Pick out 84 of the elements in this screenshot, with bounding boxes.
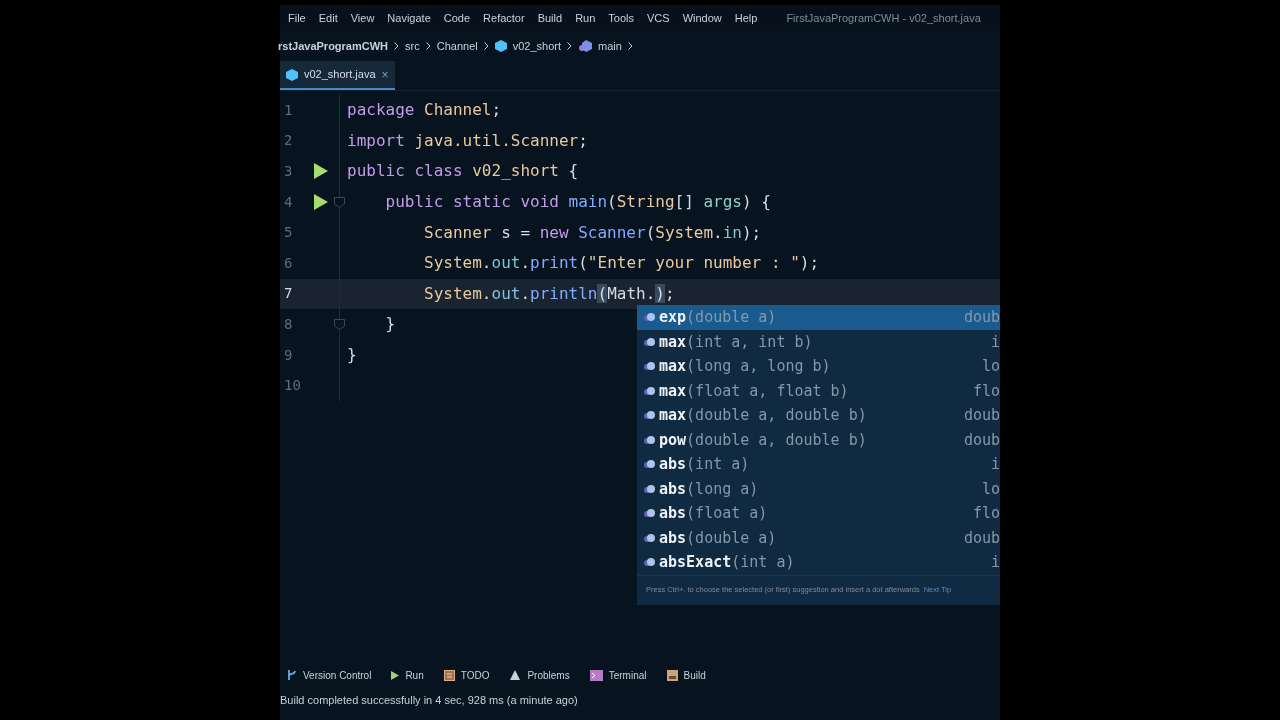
code-line: Scanner s = new Scanner(System.in); [423, 221, 762, 244]
method-icon [643, 557, 655, 568]
suggestion-item[interactable]: max(float a, float b) flo [637, 378, 1000, 403]
line-number: 6 [284, 253, 294, 273]
menu-item[interactable]: Window [682, 9, 722, 27]
method-icon [643, 410, 655, 421]
method-icon [578, 40, 592, 52]
chevron-icon [567, 42, 572, 50]
menu-item[interactable]: Navigate [387, 9, 431, 27]
tool-window-tab[interactable]: Version Control [287, 667, 372, 683]
menu-item[interactable]: VCS [647, 9, 670, 27]
menu-item[interactable]: Refactor [483, 9, 525, 27]
breadcrumb[interactable]: rstJavaProgramCWH [278, 37, 389, 55]
menu-item[interactable]: View [350, 9, 375, 27]
line-number: 8 [284, 314, 294, 334]
close-icon[interactable]: × [381, 65, 389, 84]
tool-window-tab[interactable]: Run [391, 667, 424, 683]
method-icon [643, 336, 655, 347]
code-line: System.out.println(Math.); [423, 282, 675, 305]
suggestion-item[interactable]: absExact(int a) i [637, 550, 1000, 575]
file-tab[interactable]: v02_short.java × [280, 61, 395, 90]
run-icon[interactable] [314, 194, 328, 211]
method-icon [643, 483, 655, 494]
line-number: 7 [284, 284, 294, 304]
suggestion-item[interactable]: abs(float a) flo [637, 501, 1000, 526]
menu-item[interactable]: Edit [318, 9, 338, 27]
suggestion-item[interactable]: max(int a, int b) i [637, 329, 1000, 354]
code-line: public static void main(String[] args) { [384, 191, 771, 214]
method-icon [643, 312, 655, 323]
method-icon [643, 508, 655, 519]
menu-item[interactable]: Code [443, 9, 471, 27]
line-number: 3 [284, 162, 294, 181]
code-line: public class v02_short { [347, 160, 579, 183]
menu-item[interactable]: File [288, 9, 306, 27]
tool-window-tab[interactable]: Terminal [589, 667, 647, 683]
branch-icon [287, 669, 297, 681]
tool-window-tab[interactable]: Build [666, 667, 706, 683]
tool-window-tab[interactable]: TODO [443, 667, 490, 683]
chevron-icon [483, 42, 489, 50]
code-line: System.out.print("Enter your number : "); [423, 252, 820, 275]
line-number: 1 [284, 100, 294, 120]
method-icon [643, 459, 655, 470]
breadcrumb[interactable]: Channel [436, 37, 478, 55]
suggestion-item[interactable]: max(double a, double b) doub [637, 403, 1000, 428]
suggestion-item[interactable]: max(long a, long b) lo [637, 354, 1000, 379]
menu-item[interactable]: Tools [608, 9, 634, 27]
suggestion-item[interactable]: abs(int a) i [637, 452, 1000, 477]
run-icon[interactable] [314, 163, 328, 180]
method-icon [643, 361, 655, 372]
class-icon [286, 68, 298, 81]
chevron-icon [425, 42, 431, 50]
method-icon [643, 434, 655, 445]
window-title: FirstJavaProgramCWH - v02_short.java [786, 10, 981, 26]
play-icon [391, 670, 400, 680]
suggestion-item[interactable]: pow(double a, double b) doub [637, 427, 1000, 452]
suggestion-item[interactable]: exp(double a) doub [637, 305, 1000, 330]
line-number: 2 [284, 131, 294, 151]
line-number: 4 [284, 192, 294, 212]
line-number: 10 [284, 376, 302, 396]
chevron-icon [394, 42, 400, 50]
suggestion-item[interactable]: abs(double a) doub [637, 525, 1000, 550]
status-text: Build completed successfully in 4 sec, 928 ms (a minute ago) [280, 692, 578, 708]
line-number: 9 [284, 345, 294, 365]
code-line: import java.util.Scanner; [347, 129, 588, 152]
breadcrumb[interactable]: v02_short [512, 37, 561, 55]
class-icon [494, 40, 507, 52]
breadcrumb[interactable]: main [598, 37, 622, 55]
code-line: package Channel; [347, 99, 502, 122]
code-line: } [347, 344, 357, 367]
breadcrumb[interactable]: src [405, 37, 420, 55]
line-number: 5 [284, 223, 294, 243]
build-icon [666, 669, 678, 681]
menu-item[interactable]: Run [575, 9, 596, 27]
code-line: } [384, 313, 396, 336]
menu-item[interactable]: Build [537, 9, 563, 27]
list-icon [443, 669, 455, 681]
terminal-icon [589, 669, 603, 681]
chevron-icon [627, 42, 633, 50]
method-icon [643, 385, 655, 396]
menu-item[interactable]: Help [734, 9, 758, 27]
alert-icon [509, 669, 522, 681]
method-icon [643, 532, 655, 543]
tool-window-tab[interactable]: Problems [509, 667, 570, 683]
suggestion-item[interactable]: abs(long a) lo [637, 476, 1000, 501]
